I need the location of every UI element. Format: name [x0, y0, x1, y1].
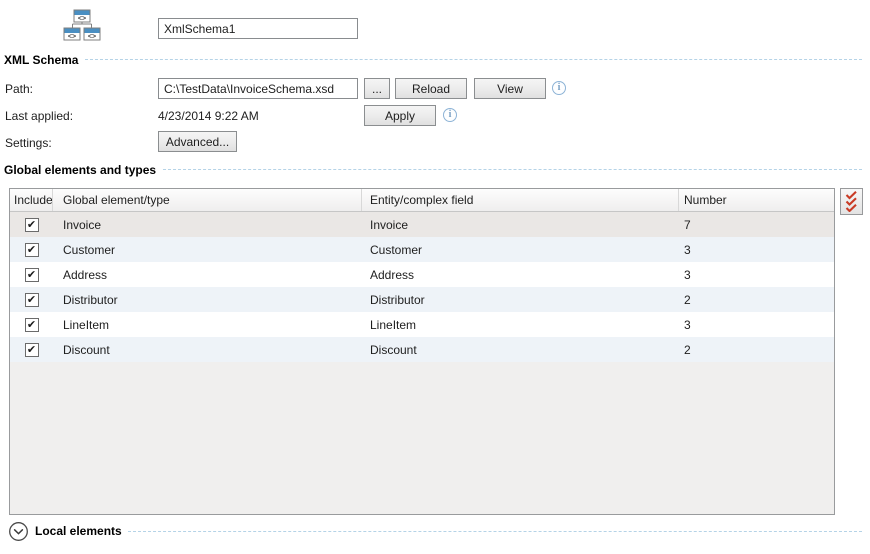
include-checkbox[interactable]: ✔ — [25, 343, 39, 357]
column-header-include[interactable]: Include — [10, 189, 53, 211]
triple-red-check-icon — [845, 191, 858, 212]
path-input[interactable] — [158, 78, 358, 99]
global-elements-section-title: Global elements and types — [4, 163, 156, 177]
element-type-cell: Invoice — [53, 218, 362, 232]
section-divider — [163, 169, 862, 170]
browse-button[interactable]: ... — [364, 78, 390, 99]
chevron-down-circle-icon — [8, 521, 29, 542]
table-header-row: Include Global element/type Entity/compl… — [10, 189, 834, 212]
element-type-cell: LineItem — [53, 318, 362, 332]
reload-button[interactable]: Reload — [395, 78, 467, 99]
entity-field-cell: Distributor — [362, 293, 679, 307]
include-cell: ✔ — [10, 318, 53, 332]
include-checkbox[interactable]: ✔ — [25, 218, 39, 232]
xml-schema-section-header: XML Schema — [4, 52, 862, 67]
path-info-icon[interactable]: i — [552, 81, 566, 95]
column-header-global-element-type[interactable]: Global element/type — [53, 189, 362, 211]
number-cell: 2 — [679, 343, 834, 357]
local-elements-section-header: Local elements — [8, 520, 862, 542]
table-row[interactable]: ✔InvoiceInvoice7 — [10, 212, 834, 237]
include-cell: ✔ — [10, 343, 53, 357]
element-type-cell: Customer — [53, 243, 362, 257]
last-applied-value: 4/23/2014 9:22 AM — [158, 109, 259, 123]
element-type-cell: Distributor — [53, 293, 362, 307]
apply-info-icon[interactable]: i — [443, 108, 457, 122]
number-cell: 7 — [679, 218, 834, 232]
table-row[interactable]: ✔DistributorDistributor2 — [10, 287, 834, 312]
table-row[interactable]: ✔AddressAddress3 — [10, 262, 834, 287]
include-cell: ✔ — [10, 243, 53, 257]
element-type-cell: Address — [53, 268, 362, 282]
entity-field-cell: Discount — [362, 343, 679, 357]
svg-text:<>: <> — [78, 16, 86, 23]
number-cell: 2 — [679, 293, 834, 307]
xml-schema-pane: <> <> <> XML Schema Path: ... Reload Vie… — [0, 0, 870, 554]
number-cell: 3 — [679, 318, 834, 332]
table-row[interactable]: ✔LineItemLineItem3 — [10, 312, 834, 337]
xml-schema-icon: <> <> <> — [63, 9, 101, 46]
table-row[interactable]: ✔DiscountDiscount2 — [10, 337, 834, 362]
section-divider — [85, 59, 862, 60]
advanced-settings-button[interactable]: Advanced... — [158, 131, 237, 152]
column-header-entity-complex-field[interactable]: Entity/complex field — [362, 189, 679, 211]
number-cell: 3 — [679, 268, 834, 282]
include-checkbox[interactable]: ✔ — [25, 318, 39, 332]
schema-name-input[interactable] — [158, 18, 358, 39]
include-checkbox[interactable]: ✔ — [25, 243, 39, 257]
table-row[interactable]: ✔CustomerCustomer3 — [10, 237, 834, 262]
view-button[interactable]: View — [474, 78, 546, 99]
include-checkbox[interactable]: ✔ — [25, 268, 39, 282]
local-elements-expander[interactable] — [8, 521, 29, 542]
table-body: ✔InvoiceInvoice7✔CustomerCustomer3✔Addre… — [10, 212, 834, 362]
entity-field-cell: Address — [362, 268, 679, 282]
path-label: Path: — [5, 82, 33, 96]
column-header-number[interactable]: Number — [679, 189, 834, 211]
svg-text:<>: <> — [88, 34, 96, 41]
apply-button[interactable]: Apply — [364, 105, 436, 126]
section-divider — [128, 531, 862, 532]
entity-field-cell: Invoice — [362, 218, 679, 232]
include-cell: ✔ — [10, 218, 53, 232]
entity-field-cell: Customer — [362, 243, 679, 257]
xml-schema-section-title: XML Schema — [4, 53, 78, 67]
include-cell: ✔ — [10, 268, 53, 282]
include-cell: ✔ — [10, 293, 53, 307]
include-checkbox[interactable]: ✔ — [25, 293, 39, 307]
settings-label: Settings: — [5, 136, 52, 150]
global-elements-table: Include Global element/type Entity/compl… — [9, 188, 835, 515]
entity-field-cell: LineItem — [362, 318, 679, 332]
check-all-button[interactable] — [840, 188, 863, 215]
svg-text:<>: <> — [68, 34, 76, 41]
local-elements-section-title: Local elements — [35, 524, 122, 538]
global-elements-section-header: Global elements and types — [4, 162, 862, 177]
number-cell: 3 — [679, 243, 834, 257]
last-applied-label: Last applied: — [5, 109, 73, 123]
element-type-cell: Discount — [53, 343, 362, 357]
